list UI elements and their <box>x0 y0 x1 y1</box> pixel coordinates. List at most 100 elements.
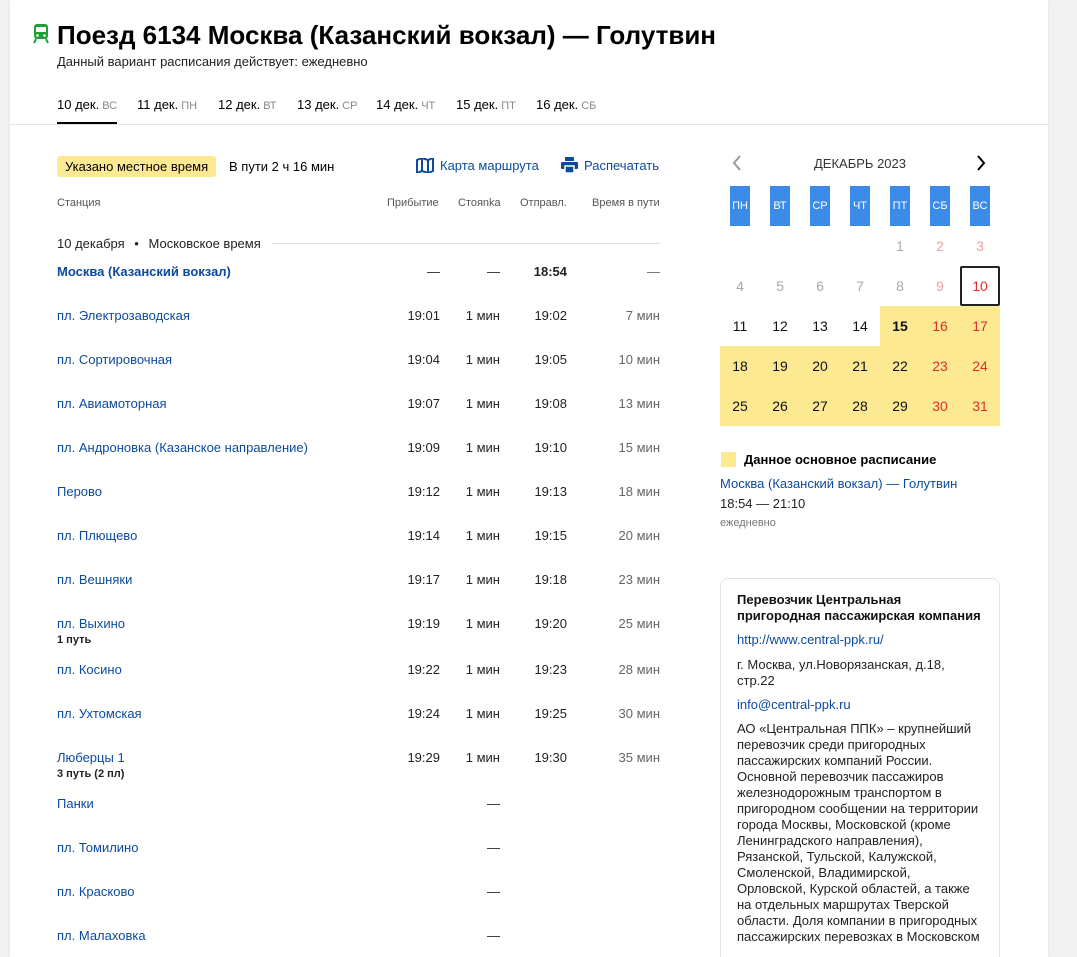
tab-date[interactable]: 14 дек. ЧТ <box>376 96 435 115</box>
tab-date[interactable]: 13 дек. СР <box>297 96 357 115</box>
table-row: Москва (Казанский вокзал) — — 18:54 — <box>57 263 660 283</box>
tab-date-label: 12 дек. <box>218 97 261 112</box>
calendar-day[interactable]: 30 <box>920 386 960 426</box>
calendar-day[interactable]: 25 <box>720 386 760 426</box>
station-link[interactable]: пл. Выхино <box>57 615 125 633</box>
stop-duration: 1 мин <box>465 352 500 367</box>
calendar-day[interactable]: 22 <box>880 346 920 386</box>
table-row: пл. Андроновка (Казанское направление) 1… <box>57 439 660 459</box>
table-row: пл. Ухтомская 19:24 1 мин 19:25 30 мин <box>57 705 660 725</box>
station-link[interactable]: пл. Косино <box>57 661 122 679</box>
schedule-route-link[interactable]: Москва (Казанский вокзал) — Голутвин <box>720 475 957 492</box>
station-link[interactable]: Люберцы 1 <box>57 749 125 767</box>
tab-date-label: 10 дек. <box>57 97 100 112</box>
station-link[interactable]: пл. Электрозаводская <box>57 307 190 325</box>
calendar-day: 1 <box>896 238 904 254</box>
calendar-day[interactable]: 14 <box>840 306 880 346</box>
stop-duration: — <box>487 796 500 811</box>
calendar-day[interactable]: 24 <box>960 346 1000 386</box>
travel-duration: 23 мин <box>618 572 660 587</box>
header-station: Станция <box>57 197 101 209</box>
calendar-day[interactable]: 15 <box>880 306 920 346</box>
tab-date-label: 14 дек. <box>376 97 419 112</box>
schedule-time: 18:54 — 21:10 <box>720 496 806 511</box>
calendar-day[interactable]: 28 <box>840 386 880 426</box>
arrival-time: — <box>427 264 440 279</box>
station-link[interactable]: пл. Андроновка (Казанское направление) <box>57 439 308 457</box>
table-row: пл. Малаховка — <box>57 927 660 947</box>
travel-duration: — <box>647 264 660 279</box>
station-link[interactable]: пл. Плющево <box>57 527 137 545</box>
tab-date[interactable]: 16 дек. СБ <box>536 96 596 115</box>
calendar-day[interactable]: 11 <box>720 306 760 346</box>
calendar-day[interactable]: 18 <box>720 346 760 386</box>
travel-duration: 15 мин <box>618 440 660 455</box>
chevron-right-icon[interactable] <box>976 155 986 171</box>
printer-icon <box>561 157 578 174</box>
tab-weekday: ЧТ <box>421 100 436 112</box>
arrival-time: 19:22 <box>407 662 440 677</box>
calendar-day[interactable]: 19 <box>760 346 800 386</box>
station-link[interactable]: пл. Малаховка <box>57 927 146 945</box>
calendar-day[interactable]: 12 <box>760 306 800 346</box>
route-map-button[interactable]: Карта маршрута <box>416 156 539 175</box>
calendar-day[interactable]: 26 <box>760 386 800 426</box>
station-link[interactable]: пл. Сортировочная <box>57 351 172 369</box>
calendar-day[interactable]: 29 <box>880 386 920 426</box>
station-link[interactable]: Москва (Казанский вокзал) <box>57 263 231 281</box>
route-map-label: Карта маршрута <box>440 158 539 173</box>
header-departure: Отправл. <box>520 197 567 209</box>
calendar-day[interactable]: 27 <box>800 386 840 426</box>
calendar-day[interactable]: 21 <box>840 346 880 386</box>
calendar-weekdays: ПН ВТ СР ЧТ ПТ СБ ВС <box>720 186 1000 226</box>
station-link[interactable]: пл. Красково <box>57 883 134 901</box>
travel-duration: 13 мин <box>618 396 660 411</box>
departure-time: 19:23 <box>534 662 567 677</box>
print-label: Распечатать <box>584 158 660 173</box>
station-link[interactable]: Перово <box>57 483 102 501</box>
travel-time: В пути 2 ч 16 мин <box>229 159 335 174</box>
departure-time: 19:30 <box>534 750 567 765</box>
carrier-description: АО «Центральная ППК» – крупнейший перево… <box>737 721 980 944</box>
departure-time: 19:20 <box>534 616 567 631</box>
carrier-website-link[interactable]: http://www.central-ppk.ru/ <box>737 632 983 648</box>
tab-date-label: 16 дек. <box>536 97 579 112</box>
carrier-email-link[interactable]: info@central-ppk.ru <box>737 697 983 713</box>
calendar-day[interactable]: 13 <box>800 306 840 346</box>
calendar-day: 4 <box>736 278 744 294</box>
calendar-day: 7 <box>856 278 864 294</box>
calendar-day[interactable]: 20 <box>800 346 840 386</box>
date-separator: 10 декабря • Московское время <box>57 236 261 252</box>
calendar-day[interactable]: 31 <box>960 386 1000 426</box>
departure-time: 19:10 <box>534 440 567 455</box>
tab-date[interactable]: 10 дек. ВС <box>57 96 118 124</box>
platform-info: 3 путь (2 пл) <box>57 768 125 780</box>
calendar-day-selected[interactable]: 10 <box>960 266 1000 306</box>
weekday-header: ВТ <box>770 186 790 226</box>
local-time-badge: Указано местное время <box>57 156 217 177</box>
calendar-day[interactable]: 23 <box>920 346 960 386</box>
calendar-day: 6 <box>816 278 824 294</box>
tab-date[interactable]: 12 дек. ВТ <box>218 96 277 115</box>
tab-date[interactable]: 15 дек. ПТ <box>456 96 516 115</box>
station-link[interactable]: пл. Вешняки <box>57 571 132 589</box>
arrival-time: 19:19 <box>407 616 440 631</box>
station-link[interactable]: пл. Авиамоторная <box>57 395 167 413</box>
weekday-header: СР <box>810 186 830 226</box>
tab-date[interactable]: 11 дек. ПН <box>137 96 197 115</box>
table-row: пл. Электрозаводская 19:01 1 мин 19:02 7… <box>57 307 660 327</box>
calendar-day[interactable]: 16 <box>920 306 960 346</box>
station-link[interactable]: Панки <box>57 795 94 813</box>
travel-duration: 18 мин <box>618 484 660 499</box>
header-duration: Время в пути <box>592 197 660 209</box>
print-button[interactable]: Распечатать <box>561 157 659 175</box>
station-link[interactable]: пл. Томилино <box>57 839 138 857</box>
station-link[interactable]: пл. Ухтомская <box>57 705 142 723</box>
carrier-address: г. Москва, ул.Новорязанская, д.18, стр.2… <box>737 657 945 688</box>
departure-time: 19:05 <box>534 352 567 367</box>
date-separator-line <box>272 243 660 244</box>
calendar-day[interactable]: 17 <box>960 306 1000 346</box>
travel-duration: 10 мин <box>618 352 660 367</box>
departure-time: 18:54 <box>533 264 567 279</box>
map-icon <box>416 156 434 175</box>
